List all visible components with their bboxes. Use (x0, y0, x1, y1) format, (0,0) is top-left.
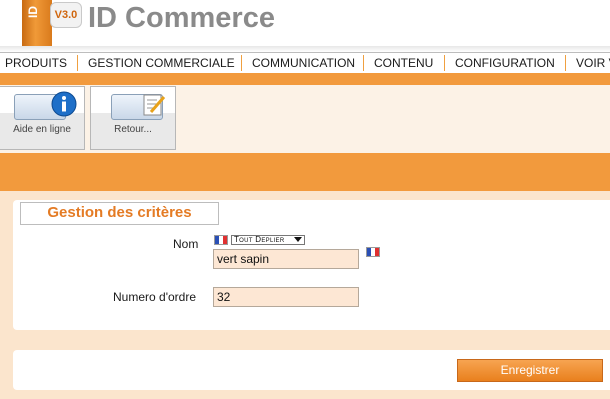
unfold-dropdown[interactable]: Tout Deplier (231, 235, 305, 245)
app-title: ID Commerce (88, 2, 275, 34)
chevron-down-icon (294, 237, 302, 242)
menu-separator (444, 55, 445, 71)
name-field[interactable]: vert sapin (213, 249, 359, 269)
menu-item-configuration[interactable]: CONFIGURATION (455, 53, 555, 73)
help-button-label: Aide en ligne (13, 124, 71, 135)
save-button[interactable]: Enregistrer (457, 359, 603, 382)
app-header: ID V3.0 ID Commerce (0, 0, 610, 52)
menu-item-contenu[interactable]: CONTENU (374, 53, 433, 73)
info-icon (51, 91, 77, 117)
menu-item-produits[interactable]: PRODUITS (5, 53, 67, 73)
menu-separator (363, 55, 364, 71)
toolbar: Aide en ligne Retour... (0, 85, 610, 153)
logo: ID (22, 0, 52, 52)
section-band (0, 153, 610, 191)
french-flag-icon (214, 235, 228, 245)
menu-separator (241, 55, 242, 71)
back-button[interactable]: Retour... (90, 86, 176, 150)
menu-item-communication[interactable]: COMMUNICATION (252, 53, 355, 73)
panel-title: Gestion des critères (47, 204, 192, 221)
back-button-label: Retour... (114, 124, 152, 135)
menu-separator (77, 55, 78, 71)
edit-document-icon (143, 94, 166, 116)
panel-title-box: Gestion des critères (20, 202, 219, 225)
menu-item-voir[interactable]: VOIR V (576, 53, 610, 73)
order-label: Numero d'ordre (113, 290, 196, 304)
help-button[interactable]: Aide en ligne (0, 86, 85, 150)
name-label: Nom (173, 237, 199, 251)
main-menu: PRODUITS GESTION COMMERCIALE COMMUNICATI… (0, 52, 610, 74)
menu-item-gestion-commerciale[interactable]: GESTION COMMERCIALE (88, 53, 235, 73)
order-field[interactable]: 32 (213, 287, 359, 307)
menu-accent-bar (0, 73, 610, 85)
unfold-dropdown-label: Tout Deplier (234, 235, 285, 244)
version-badge: V3.0 (50, 2, 82, 28)
french-flag-icon[interactable] (366, 247, 380, 257)
logo-text: ID (26, 6, 40, 18)
menu-separator (565, 55, 566, 71)
